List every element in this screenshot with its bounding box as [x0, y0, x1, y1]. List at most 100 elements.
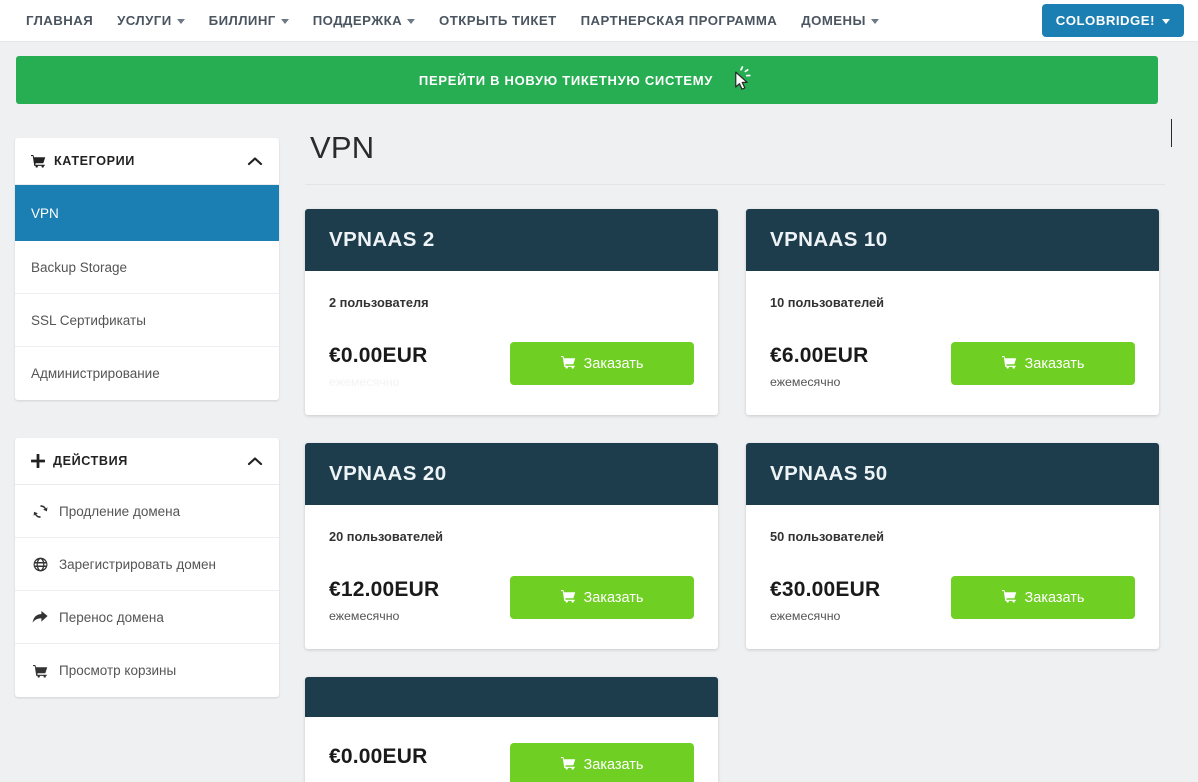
- order-button[interactable]: Заказать: [951, 576, 1135, 619]
- sidebar-action-label: Продление домена: [59, 503, 181, 519]
- product-card-body: 20 пользователей €12.00EUR ежемесячно За…: [305, 505, 718, 649]
- sidebar-action-view-cart[interactable]: Просмотр корзины: [15, 644, 279, 697]
- product-price-box: €0.00EUR: [329, 743, 428, 769]
- product-card-footer: €12.00EUR ежемесячно Заказать: [329, 576, 694, 623]
- page-root: ГЛАВНАЯ УСЛУГИ БИЛЛИНГ ПОДДЕРЖКА ОТКРЫТЬ…: [0, 0, 1198, 782]
- nav-items: ГЛАВНАЯ УСЛУГИ БИЛЛИНГ ПОДДЕРЖКА ОТКРЫТЬ…: [0, 7, 891, 34]
- sidebar-item-backup-storage[interactable]: Backup Storage: [15, 241, 279, 294]
- sidebar-item-label: Администрирование: [31, 366, 160, 381]
- product-users: 10 пользователей: [770, 295, 885, 310]
- order-button[interactable]: Заказать: [510, 342, 694, 385]
- text-caret: [1171, 119, 1172, 147]
- sidebar-action-label: Зарегистрировать домен: [59, 556, 216, 572]
- globe-icon: [31, 557, 49, 572]
- plus-icon: [31, 454, 45, 468]
- order-button[interactable]: Заказать: [510, 576, 694, 619]
- order-button[interactable]: Заказать: [510, 743, 694, 782]
- product-card-body: 2 пользователя €0.00EUR ежемесячно Заказ…: [305, 271, 718, 415]
- product-card-footer: €0.00EUR ежемесячно Заказать: [329, 342, 694, 389]
- nav-right-area: COLOBRIDGE!: [1041, 4, 1198, 37]
- product-title: VPNAAS 10: [770, 228, 888, 251]
- sidebar-action-renew-domain[interactable]: Продление домена: [15, 485, 279, 538]
- product-price-box: €0.00EUR ежемесячно: [329, 342, 428, 389]
- colobridge-account-button[interactable]: COLOBRIDGE!: [1041, 4, 1184, 37]
- sidebar-item-label: VPN: [31, 205, 59, 221]
- click-cursor-icon: [727, 66, 755, 94]
- order-button-label: Заказать: [583, 589, 644, 606]
- chevron-up-icon[interactable]: [247, 156, 263, 166]
- product-price: €0.00EUR: [329, 745, 428, 768]
- chevron-up-icon[interactable]: [247, 456, 263, 466]
- product-price: €0.00EUR: [329, 344, 428, 367]
- cart-icon: [31, 664, 49, 678]
- page-title: VPN: [310, 130, 375, 165]
- nav-item-billing[interactable]: БИЛЛИНГ: [197, 7, 301, 34]
- nav-item-services[interactable]: УСЛУГИ: [105, 7, 197, 34]
- chevron-down-icon: [280, 19, 289, 24]
- sidebar-item-administration[interactable]: Администрирование: [15, 347, 279, 400]
- product-price: €30.00EUR: [770, 578, 881, 601]
- sidebar-action-register-domain[interactable]: Зарегистрировать домен: [15, 538, 279, 591]
- order-button-label: Заказать: [1024, 589, 1085, 606]
- nav-item-label: ОТКРЫТЬ ТИКЕТ: [439, 13, 557, 28]
- sidebar-action-transfer-domain[interactable]: Перенос домена: [15, 591, 279, 644]
- product-price-box: €12.00EUR ежемесячно: [329, 576, 439, 623]
- categories-panel-title: КАТЕГОРИИ: [54, 154, 135, 168]
- nav-item-open-ticket[interactable]: ОТКРЫТЬ ТИКЕТ: [427, 7, 569, 34]
- order-button-label: Заказать: [583, 355, 644, 372]
- banner-label: ПЕРЕЙТИ В НОВУЮ ТИКЕТНУЮ СИСТЕМУ: [418, 72, 714, 88]
- nav-item-label: ГЛАВНАЯ: [26, 13, 94, 28]
- nav-item-affiliate[interactable]: ПАРТНЕРСКАЯ ПРОГРАММА: [569, 7, 790, 34]
- product-card-vpnaas-50: VPNAAS 50 50 пользователей €30.00EUR еже…: [746, 443, 1159, 649]
- actions-panel-title: ДЕЙСТВИЯ: [53, 454, 128, 468]
- new-ticket-system-banner[interactable]: ПЕРЕЙТИ В НОВУЮ ТИКЕТНУЮ СИСТЕМУ: [16, 56, 1158, 104]
- product-price-box: €6.00EUR ежемесячно: [770, 342, 869, 389]
- product-card-header: VPNAAS 10: [746, 209, 1159, 271]
- sidebar-item-ssl-certificates[interactable]: SSL Сертификаты: [15, 294, 279, 347]
- nav-item-home[interactable]: ГЛАВНАЯ: [14, 7, 105, 34]
- product-users: 50 пользователей: [770, 529, 885, 544]
- actions-panel-header[interactable]: ДЕЙСТВИЯ: [15, 438, 279, 485]
- cart-icon: [560, 589, 576, 607]
- product-title: VPNAAS 50: [770, 462, 888, 485]
- sidebar-item-vpn[interactable]: VPN: [15, 185, 279, 241]
- product-billing-cycle: ежемесячно: [329, 609, 400, 623]
- product-card-body: €0.00EUR Заказать: [305, 717, 718, 782]
- product-billing-cycle: ежемесячно: [770, 375, 841, 389]
- chevron-down-icon: [407, 19, 416, 24]
- sidebar-action-label: Перенос домена: [59, 609, 164, 625]
- nav-item-label: БИЛЛИНГ: [208, 13, 276, 28]
- nav-item-label: ПАРТНЕРСКАЯ ПРОГРАММА: [580, 13, 778, 28]
- nav-item-label: УСЛУГИ: [117, 13, 172, 28]
- sidebar: КАТЕГОРИИ VPN Backup Storage SSL Сертифи…: [15, 138, 279, 735]
- main-content: VPN VPNAAS 2 2 пользователя €0.00EUR еже…: [305, 130, 1165, 782]
- product-card-header: VPNAAS 2: [305, 209, 718, 271]
- product-card-vpnaas-2: VPNAAS 2 2 пользователя €0.00EUR ежемеся…: [305, 209, 718, 415]
- product-grid: VPNAAS 2 2 пользователя €0.00EUR ежемеся…: [305, 209, 1165, 782]
- top-navigation-bar: ГЛАВНАЯ УСЛУГИ БИЛЛИНГ ПОДДЕРЖКА ОТКРЫТЬ…: [0, 0, 1198, 42]
- product-users: 20 пользователей: [329, 529, 444, 544]
- product-card-body: 10 пользователей €6.00EUR ежемесячно Зак…: [746, 271, 1159, 415]
- chevron-down-icon: [1162, 19, 1170, 24]
- product-card-header: VPNAAS 20: [305, 443, 718, 505]
- cart-icon: [560, 756, 576, 774]
- cart-icon: [560, 355, 576, 373]
- product-price-box: €30.00EUR ежемесячно: [770, 576, 880, 623]
- cart-icon: [1001, 355, 1017, 373]
- sidebar-action-label: Просмотр корзины: [59, 663, 177, 678]
- product-price: €12.00EUR: [329, 578, 440, 601]
- order-button-label: Заказать: [583, 756, 644, 773]
- product-card-footer: €0.00EUR Заказать: [329, 743, 694, 782]
- chevron-down-icon: [870, 19, 879, 24]
- order-button[interactable]: Заказать: [951, 342, 1135, 385]
- product-card-vpnaas-10: VPNAAS 10 10 пользователей €6.00EUR ежем…: [746, 209, 1159, 415]
- categories-panel-header[interactable]: КАТЕГОРИИ: [15, 138, 279, 185]
- product-card-body: 50 пользователей €30.00EUR ежемесячно За…: [746, 505, 1159, 649]
- share-arrow-icon: [31, 610, 49, 624]
- product-card-vpnaas-20: VPNAAS 20 20 пользователей €12.00EUR еже…: [305, 443, 718, 649]
- nav-item-support[interactable]: ПОДДЕРЖКА: [301, 7, 427, 34]
- nav-item-domains[interactable]: ДОМЕНЫ: [789, 7, 891, 34]
- refresh-icon: [31, 504, 49, 519]
- chevron-down-icon: [176, 19, 185, 24]
- product-card-header: [305, 677, 718, 717]
